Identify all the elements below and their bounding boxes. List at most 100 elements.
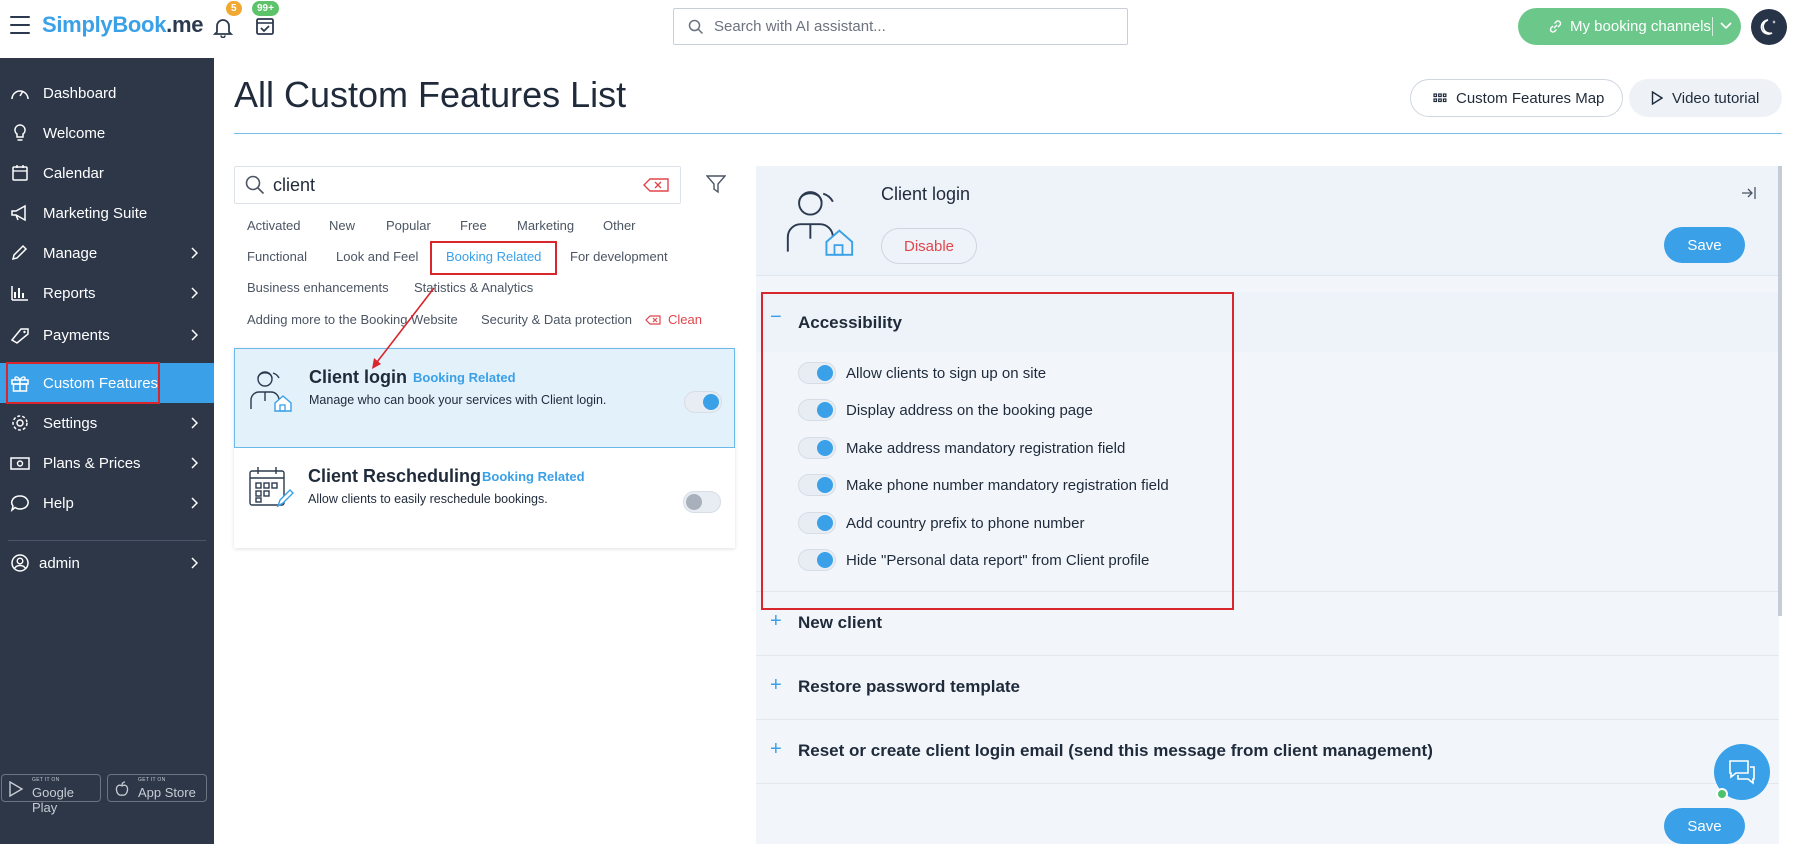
- save-button[interactable]: Save: [1664, 227, 1745, 263]
- option-label: Make address mandatory registration fiel…: [846, 439, 1126, 457]
- money-icon: [10, 457, 30, 470]
- sidebar-item-help[interactable]: Help: [0, 483, 214, 523]
- option-label: Allow clients to sign up on site: [846, 364, 1047, 382]
- filter-free[interactable]: Free: [460, 218, 487, 233]
- gift-icon: [11, 376, 29, 392]
- grid-icon: [1433, 93, 1447, 103]
- sidebar-item-reports[interactable]: Reports: [0, 273, 214, 313]
- feature-toggle[interactable]: [684, 391, 722, 413]
- filter-clean[interactable]: Clean: [668, 312, 702, 327]
- custom-features-map-button[interactable]: Custom Features Map: [1410, 79, 1623, 117]
- feature-search-box[interactable]: [234, 166, 681, 204]
- gear-icon: [12, 415, 28, 431]
- section-title: Restore password template: [798, 677, 1021, 696]
- sidebar-divider: [8, 540, 206, 541]
- sidebar-item-label: admin: [39, 554, 80, 572]
- sidebar-item-label: Plans & Prices: [43, 454, 141, 472]
- scrollbar[interactable]: [1778, 166, 1782, 616]
- store-name: App Store: [138, 785, 196, 800]
- sidebar-item-welcome[interactable]: Welcome: [0, 113, 214, 153]
- sidebar-item-label: Marketing Suite: [43, 204, 148, 222]
- filter-activated[interactable]: Activated: [247, 218, 300, 233]
- section-header[interactable]: − Accessibility: [756, 292, 1779, 352]
- feature-toggle[interactable]: [683, 491, 721, 513]
- filter-new[interactable]: New: [329, 218, 355, 233]
- chevron-right-icon: [191, 329, 198, 341]
- sidebar-item-manage[interactable]: Manage: [0, 233, 214, 273]
- filter-booking-related[interactable]: Booking Related: [446, 249, 541, 264]
- sidebar-item-calendar[interactable]: Calendar: [0, 153, 214, 193]
- section-reset-client-login-email[interactable]: + Reset or create client login email (se…: [756, 720, 1779, 784]
- moon-icon: [1760, 19, 1776, 35]
- clean-filters-icon[interactable]: [645, 315, 661, 325]
- page-title: All Custom Features List: [234, 74, 627, 115]
- play-store-icon: [9, 781, 24, 797]
- save-button-bottom[interactable]: Save: [1664, 808, 1745, 844]
- section-accessibility: − Accessibility Allow clients to sign up…: [756, 292, 1779, 592]
- dark-mode-toggle[interactable]: [1751, 9, 1787, 45]
- sidebar-item-plans-prices[interactable]: Plans & Prices: [0, 443, 214, 483]
- chevron-right-icon: [191, 497, 198, 509]
- sidebar-item-payments[interactable]: Payments: [0, 315, 214, 355]
- option-label: Hide "Personal data report" from Client …: [846, 551, 1150, 569]
- chat-icon: [1729, 760, 1755, 785]
- chevron-down-icon[interactable]: [1720, 22, 1732, 30]
- apple-icon: [115, 781, 129, 796]
- option-row[interactable]: Hide "Personal data report" from Client …: [798, 549, 1149, 571]
- filter-icon[interactable]: [706, 174, 726, 194]
- bell-icon[interactable]: [212, 16, 234, 38]
- sidebar-item-label: Manage: [43, 244, 98, 262]
- feature-title: Client Rescheduling: [308, 466, 482, 486]
- app-store-badge[interactable]: GET IT ON App Store: [107, 774, 207, 802]
- sidebar-item-settings[interactable]: Settings: [0, 403, 214, 443]
- option-toggle[interactable]: [798, 474, 836, 496]
- logo[interactable]: SimplyBook.me: [42, 12, 203, 38]
- link-icon: [1549, 20, 1562, 33]
- filter-other[interactable]: Other: [603, 218, 636, 233]
- option-toggle[interactable]: [798, 362, 836, 384]
- google-play-badge[interactable]: GET IT ON Google Play: [1, 774, 101, 815]
- client-rescheduling-icon: [249, 467, 294, 508]
- feature-card-client-login[interactable]: Client login Booking Related Manage who …: [234, 348, 735, 448]
- option-label: Add country prefix to phone number: [846, 514, 1085, 532]
- option-toggle[interactable]: [798, 512, 836, 534]
- sidebar-item-admin[interactable]: admin: [0, 543, 214, 583]
- section-new-client[interactable]: + New client: [756, 592, 1779, 656]
- dashboard-icon: [11, 90, 29, 100]
- option-toggle[interactable]: [798, 437, 836, 459]
- sidebar-item-custom-features[interactable]: Custom Features: [0, 363, 214, 403]
- feature-card-client-rescheduling[interactable]: Client Rescheduling Booking Related Allo…: [234, 448, 735, 548]
- video-tutorial-button[interactable]: Video tutorial: [1629, 79, 1782, 117]
- option-row[interactable]: Allow clients to sign up on site: [798, 362, 1046, 384]
- option-row[interactable]: Make address mandatory registration fiel…: [798, 437, 1125, 459]
- filter-marketing[interactable]: Marketing: [517, 218, 574, 233]
- option-row[interactable]: Add country prefix to phone number: [798, 512, 1084, 534]
- sidebar-item-marketing-suite[interactable]: Marketing Suite: [0, 193, 214, 233]
- chevron-right-icon: [191, 457, 198, 469]
- ai-search-input[interactable]: [714, 18, 1127, 35]
- section-title: Reset or create client login email (send…: [798, 741, 1433, 760]
- clear-search-icon[interactable]: [643, 178, 669, 192]
- option-toggle[interactable]: [798, 549, 836, 571]
- filter-popular[interactable]: Popular: [386, 218, 431, 233]
- option-row[interactable]: Make phone number mandatory registration…: [798, 474, 1169, 496]
- calendar-check-icon[interactable]: [255, 16, 275, 36]
- filter-functional[interactable]: Functional: [247, 249, 307, 264]
- sidebar-item-dashboard[interactable]: Dashboard: [0, 73, 214, 113]
- option-row[interactable]: Display address on the booking page: [798, 399, 1093, 421]
- store-name: Google Play: [32, 785, 74, 815]
- chevron-right-icon: [191, 247, 198, 259]
- disable-button[interactable]: Disable: [881, 228, 977, 264]
- feature-search-input[interactable]: [273, 174, 633, 196]
- section-restore-password-template[interactable]: + Restore password template: [756, 656, 1779, 720]
- booking-channels-button[interactable]: My booking channels: [1518, 8, 1741, 45]
- menu-icon[interactable]: [10, 16, 30, 34]
- collapse-panel-icon[interactable]: [1741, 186, 1757, 200]
- sidebar-item-label: Help: [43, 494, 74, 512]
- filter-look-and-feel[interactable]: Look and Feel: [336, 249, 418, 264]
- filter-for-development[interactable]: For development: [570, 249, 668, 264]
- option-toggle[interactable]: [798, 399, 836, 421]
- ai-search-box[interactable]: [673, 8, 1128, 45]
- chat-widget-button[interactable]: [1714, 744, 1770, 800]
- filter-security-data-protection[interactable]: Security & Data protection: [481, 312, 632, 327]
